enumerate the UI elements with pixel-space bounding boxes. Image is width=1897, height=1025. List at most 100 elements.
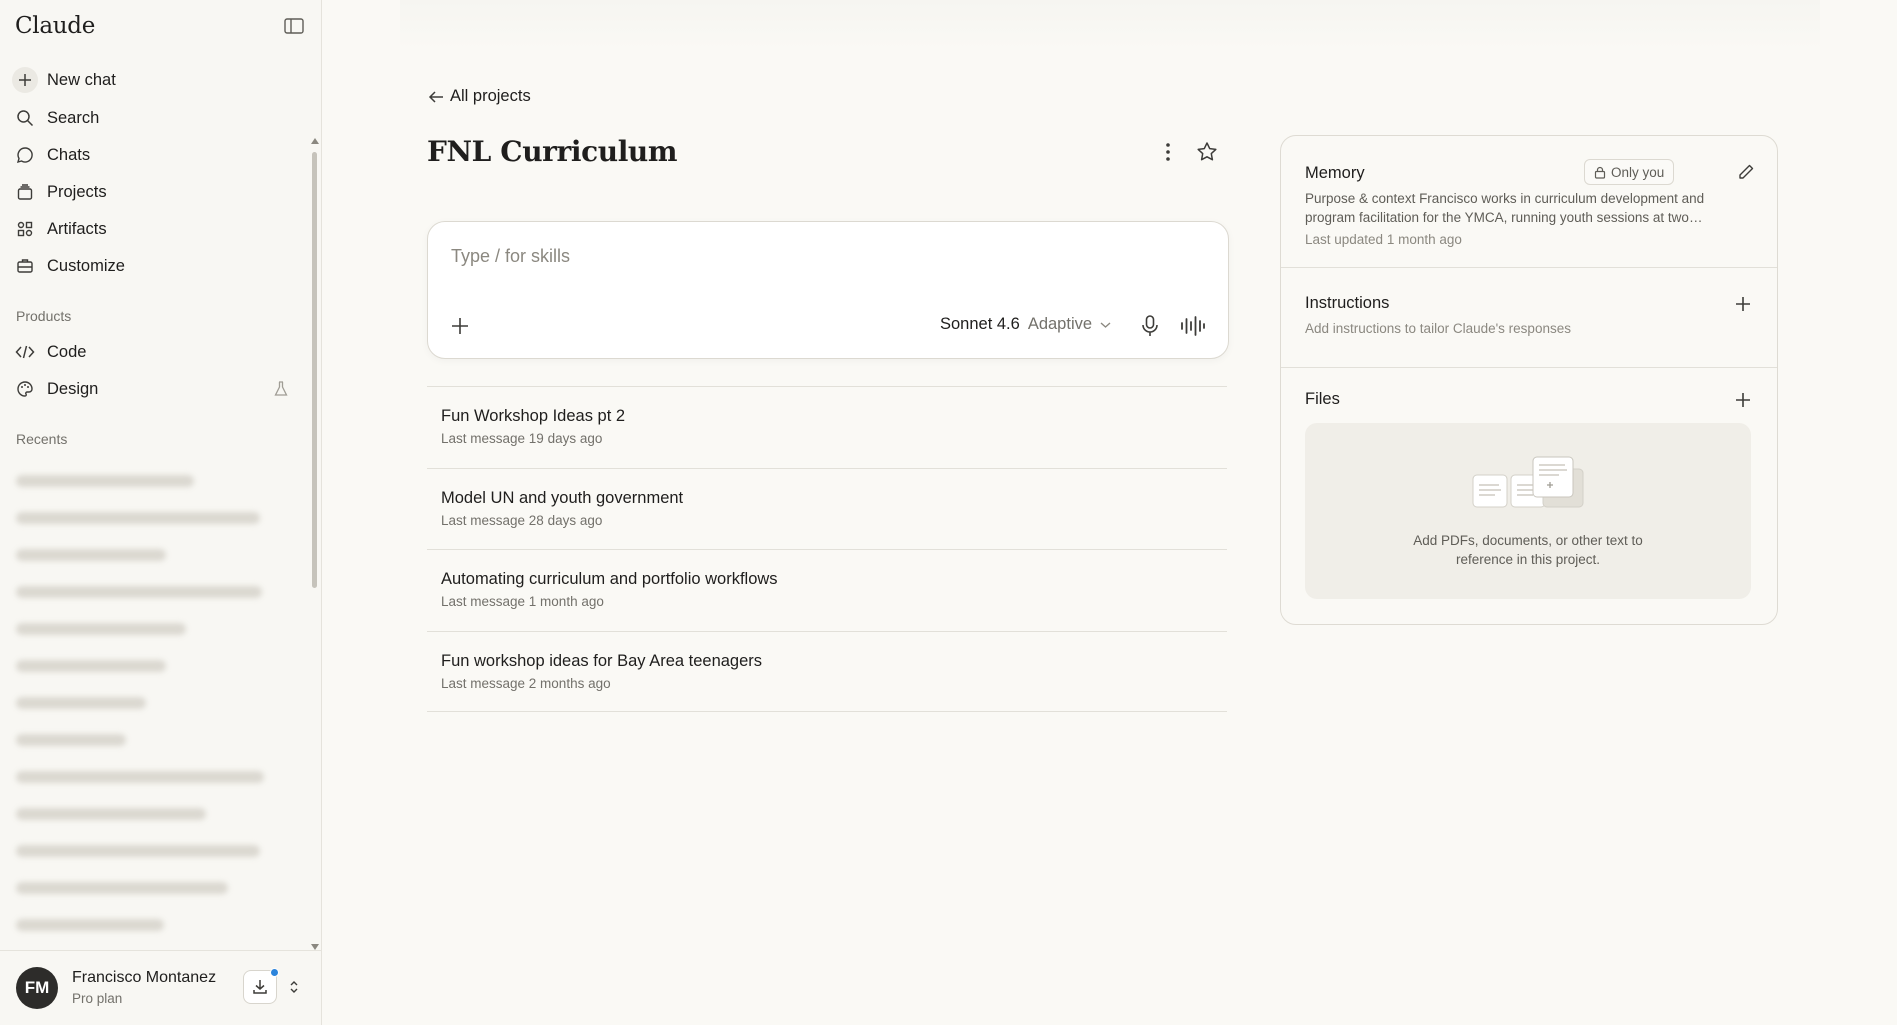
- sidebar-item-code[interactable]: Code: [12, 336, 308, 368]
- user-menu[interactable]: FM Francisco Montanez Pro plan: [0, 950, 322, 1025]
- sidebar-item-label: Projects: [47, 182, 107, 201]
- add-attachment-icon[interactable]: [448, 314, 472, 338]
- instructions-title: Instructions: [1305, 294, 1390, 312]
- recent-item-blurred[interactable]: [16, 721, 276, 758]
- lock-icon: [1594, 166, 1606, 179]
- model-name: Sonnet 4.6: [940, 315, 1020, 333]
- chat-last-message: Last message 19 days ago: [441, 431, 603, 446]
- chat-title: Automating curriculum and portfolio work…: [441, 570, 778, 588]
- sidebar-item-label: Search: [47, 108, 100, 127]
- visibility-label: Only you: [1611, 164, 1665, 180]
- files-dropzone[interactable]: Add PDFs, documents, or other text to re…: [1305, 423, 1751, 599]
- sidebar-toggle-icon[interactable]: [284, 18, 304, 34]
- list-item[interactable]: Automating curriculum and portfolio work…: [427, 549, 1227, 631]
- memory-title: Memory: [1305, 164, 1365, 182]
- recent-item-blurred[interactable]: [16, 536, 276, 573]
- recent-item-blurred[interactable]: [16, 795, 276, 832]
- message-input[interactable]: [451, 246, 1191, 267]
- projects-icon: [12, 179, 38, 205]
- download-app-button[interactable]: [243, 968, 279, 1004]
- chat-last-message: Last message 1 month ago: [441, 594, 604, 609]
- documents-illustration-icon: [1471, 455, 1587, 511]
- memory-section: Memory Only you Purpose & context Franci…: [1281, 136, 1777, 268]
- avatar[interactable]: FM: [16, 967, 58, 1009]
- files-empty-text: Add PDFs, documents, or other text to re…: [1305, 531, 1751, 569]
- add-instructions-icon[interactable]: [1733, 294, 1753, 314]
- sidebar-item-search[interactable]: Search: [12, 102, 308, 134]
- scroll-thumb[interactable]: [312, 152, 317, 588]
- recent-item-blurred[interactable]: [16, 462, 276, 499]
- sidebar-item-artifacts[interactable]: Artifacts: [12, 213, 308, 245]
- user-name: Francisco Montanez: [72, 969, 217, 986]
- new-chat-button[interactable]: New chat: [12, 64, 308, 96]
- edit-pencil-icon[interactable]: [1737, 163, 1755, 181]
- page-title: FNL Curriculum: [427, 135, 678, 168]
- files-empty-line1: Add PDFs, documents, or other text to: [1413, 533, 1643, 548]
- chat-title: Fun Workshop Ideas pt 2: [441, 407, 626, 425]
- back-link-label: All projects: [450, 87, 531, 105]
- add-files-icon[interactable]: [1733, 390, 1753, 410]
- new-chat-label: New chat: [47, 70, 116, 89]
- recent-item-blurred[interactable]: [16, 573, 276, 610]
- recent-item-blurred[interactable]: [16, 610, 276, 647]
- chat-title: Fun workshop ideas for Bay Area teenager…: [441, 651, 763, 670]
- list-item[interactable]: Model UN and youth government Last messa…: [427, 467, 1227, 550]
- list-item[interactable]: Fun workshop ideas for Bay Area teenager…: [427, 630, 1227, 712]
- back-to-all-projects-link[interactable]: All projects: [428, 87, 531, 106]
- voice-mode-icon[interactable]: [1180, 314, 1206, 338]
- sidebar-item-label: Design: [47, 379, 99, 398]
- recent-item-blurred[interactable]: [16, 684, 276, 721]
- download-icon: [253, 980, 267, 994]
- sidebar-header: Claude: [0, 0, 321, 56]
- code-icon: [12, 339, 38, 365]
- sidebar-item-customize[interactable]: Customize: [12, 250, 308, 282]
- sidebar-item-projects[interactable]: Projects: [12, 176, 308, 208]
- top-backdrop: [400, 0, 1820, 50]
- sidebar-item-label: Chats: [47, 145, 91, 164]
- flask-icon: [274, 381, 288, 402]
- microphone-icon[interactable]: [1139, 314, 1161, 338]
- scroll-up-arrow-icon[interactable]: [311, 138, 319, 144]
- more-options-icon[interactable]: [1158, 140, 1178, 164]
- recents-list: [16, 462, 276, 943]
- sidebar-item-chats[interactable]: Chats: [12, 139, 308, 171]
- recent-item-blurred[interactable]: [16, 758, 276, 795]
- sidebar-item-design[interactable]: Design: [12, 373, 308, 405]
- memory-summary: Purpose & context Francisco works in cur…: [1305, 191, 1705, 225]
- recent-item-blurred[interactable]: [16, 906, 276, 943]
- palette-icon: [12, 376, 38, 402]
- recent-item-blurred[interactable]: [16, 832, 276, 869]
- instructions-section[interactable]: Instructions: [1281, 268, 1777, 368]
- sidebar-scrollbar[interactable]: [310, 138, 319, 950]
- arrow-left-icon: [428, 90, 443, 103]
- chat-composer: Sonnet 4.6 Adaptive: [427, 221, 1229, 359]
- chat-last-message: Last message 2 months ago: [441, 675, 611, 691]
- instructions-subtitle: Add instructions to tailor Claude's resp…: [1305, 321, 1571, 336]
- chevron-up-down-icon[interactable]: [289, 979, 299, 1000]
- sidebar: Claude New chat Search Chats Projects Ar…: [0, 0, 322, 1025]
- claude-logo[interactable]: Claude: [15, 13, 95, 39]
- chat-bubble-icon: [12, 142, 38, 168]
- star-icon[interactable]: [1196, 141, 1218, 163]
- plus-icon: [12, 67, 38, 93]
- recent-item-blurred[interactable]: [16, 647, 276, 684]
- recents-section-title: Recents: [16, 431, 68, 447]
- chat-title: Model UN and youth government: [441, 488, 684, 507]
- files-empty-line2: reference in this project.: [1455, 552, 1601, 567]
- sidebar-item-label: Code: [47, 342, 87, 361]
- briefcase-icon: [12, 253, 38, 279]
- project-knowledge-panel: Memory Only you Purpose & context Franci…: [1280, 135, 1778, 625]
- products-section-title: Products: [16, 308, 72, 324]
- model-mode: Adaptive: [1027, 315, 1093, 333]
- chevron-down-icon: [1100, 321, 1111, 328]
- recent-item-blurred[interactable]: [16, 869, 276, 906]
- project-chat-list: Fun Workshop Ideas pt 2 Last message 19 …: [427, 386, 1227, 712]
- recent-item-blurred[interactable]: [16, 499, 276, 536]
- model-selector[interactable]: Sonnet 4.6 Adaptive: [940, 315, 1111, 334]
- list-item[interactable]: Fun Workshop Ideas pt 2 Last message 19 …: [427, 386, 1227, 468]
- visibility-badge[interactable]: Only you: [1584, 159, 1675, 185]
- user-plan: Pro plan: [72, 991, 123, 1006]
- search-icon: [12, 105, 38, 131]
- sidebar-item-label: Customize: [47, 256, 125, 275]
- notification-dot: [270, 968, 279, 977]
